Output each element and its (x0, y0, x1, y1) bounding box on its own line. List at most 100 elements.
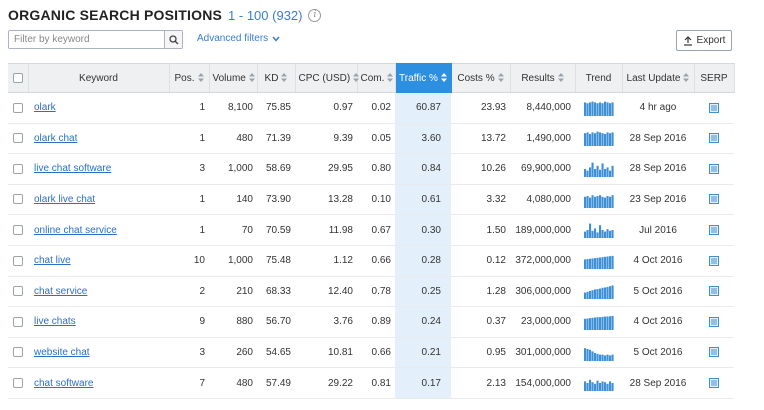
costs-cell: 13.72 (451, 123, 510, 155)
column-header-com[interactable]: Com. (357, 63, 396, 93)
serp-icon[interactable] (709, 133, 719, 144)
serp-icon[interactable] (709, 163, 719, 174)
serp-cell (694, 245, 734, 277)
last-update-cell: 4 Oct 2016 (622, 306, 694, 338)
sort-icon (353, 73, 360, 83)
row-checkbox[interactable] (13, 255, 23, 266)
keyword-link[interactable]: live chat software (34, 163, 111, 174)
costs-cell: 0.95 (451, 337, 510, 369)
column-header-checkbox[interactable] (8, 63, 29, 93)
column-header-cpc[interactable]: CPC (USD) (295, 63, 360, 93)
column-header-results[interactable]: Results (510, 63, 576, 93)
trend-bar (598, 317, 601, 330)
com-cell: 0.81 (357, 367, 395, 399)
trend-bar (593, 352, 596, 361)
keyword-filter-input[interactable] (9, 31, 165, 48)
keyword-link[interactable]: live chats (34, 316, 76, 327)
column-header-kd[interactable]: KD (257, 63, 296, 93)
volume-cell: 480 (209, 367, 257, 399)
trend-bar (603, 316, 606, 330)
search-button[interactable] (164, 31, 182, 48)
traffic-cell: 0.21 (395, 337, 451, 369)
trend-sparkline (583, 347, 614, 361)
cpc-cell: 9.39 (295, 123, 357, 155)
cpc-cell: 13.28 (295, 184, 357, 216)
row-checkbox[interactable] (13, 194, 23, 205)
trend-bar (608, 354, 611, 361)
row-checkbox[interactable] (13, 286, 23, 297)
row-checkbox[interactable] (13, 378, 23, 388)
keyword-link[interactable]: chat software (34, 378, 93, 389)
info-icon[interactable]: i (308, 8, 322, 22)
row-checkbox-cell (8, 153, 28, 185)
keyword-link[interactable]: website chat (34, 347, 90, 358)
row-checkbox[interactable] (13, 347, 23, 358)
export-button[interactable]: Export (676, 30, 732, 51)
column-header-traffic[interactable]: Traffic % (395, 63, 452, 93)
advanced-filters-toggle[interactable]: Advanced filters (197, 33, 280, 44)
column-header-last-update[interactable]: Last Update (622, 63, 695, 93)
trend-bar (601, 102, 604, 116)
select-all-checkbox[interactable] (12, 72, 23, 83)
trend-cell (575, 276, 622, 308)
keyword-cell: olark live chat (28, 184, 169, 216)
kd-cell: 71.39 (257, 123, 295, 155)
trend-sparkline (583, 255, 614, 269)
trend-bar (598, 225, 601, 239)
serp-icon[interactable] (709, 255, 719, 266)
row-checkbox[interactable] (13, 225, 23, 236)
trend-bar (591, 194, 594, 208)
trend-bar (586, 230, 589, 239)
column-header-pos[interactable]: Pos. (169, 63, 210, 93)
trend-bar (593, 257, 596, 269)
keyword-link[interactable]: olark live chat (34, 194, 95, 205)
trend-sparkline (583, 101, 614, 116)
row-checkbox[interactable] (13, 316, 23, 327)
serp-icon[interactable] (709, 194, 719, 205)
trend-bar (606, 256, 609, 269)
serp-icon[interactable] (709, 102, 719, 113)
keyword-link[interactable]: chat live (34, 255, 71, 266)
row-checkbox[interactable] (13, 163, 23, 174)
trend-sparkline (583, 131, 614, 147)
row-checkbox[interactable] (13, 133, 23, 144)
serp-icon[interactable] (709, 316, 719, 327)
column-header-costs[interactable]: Costs % (451, 63, 511, 93)
keyword-link[interactable]: olark (34, 102, 56, 113)
trend-bar (583, 231, 586, 239)
trend-bar (601, 230, 604, 239)
row-checkbox-cell (8, 184, 28, 216)
costs-cell: 23.93 (451, 92, 510, 124)
trend-bar (586, 258, 589, 269)
row-checkbox[interactable] (13, 102, 23, 113)
column-header-volume[interactable]: Volume (209, 63, 258, 93)
serp-icon[interactable] (709, 347, 719, 358)
serp-cell (694, 184, 734, 216)
trend-bar (593, 228, 596, 239)
keyword-link[interactable]: online chat service (34, 225, 117, 236)
trend-bar (601, 163, 604, 177)
trend-bar (588, 291, 591, 300)
trend-bar (591, 382, 594, 392)
serp-icon[interactable] (709, 286, 719, 297)
trend-bar (598, 288, 601, 300)
trend-bar (606, 229, 609, 239)
pos-cell: 9 (169, 306, 209, 338)
results-cell: 8,440,000 (510, 92, 575, 124)
results-cell: 301,000,000 (510, 337, 575, 369)
pos-cell: 3 (169, 153, 209, 185)
serp-icon[interactable] (709, 378, 719, 388)
trend-bar (606, 195, 609, 208)
serp-icon[interactable] (709, 225, 719, 236)
keyword-cell: online chat service (28, 214, 169, 246)
toolbar: Advanced filters Export (8, 30, 734, 52)
keyword-link[interactable]: olark chat (34, 133, 77, 144)
column-label: Last Update (626, 72, 681, 84)
result-range[interactable]: 1 - 100 (932) (228, 8, 302, 23)
keyword-link[interactable]: chat service (34, 286, 87, 297)
table-row: olark live chat 1 140 73.90 13.28 0.10 0.61 3.3… (8, 184, 734, 216)
row-checkbox-cell (8, 367, 28, 399)
trend-bar (603, 134, 606, 147)
cpc-cell: 12.40 (295, 276, 357, 308)
costs-cell: 1.50 (451, 214, 510, 246)
